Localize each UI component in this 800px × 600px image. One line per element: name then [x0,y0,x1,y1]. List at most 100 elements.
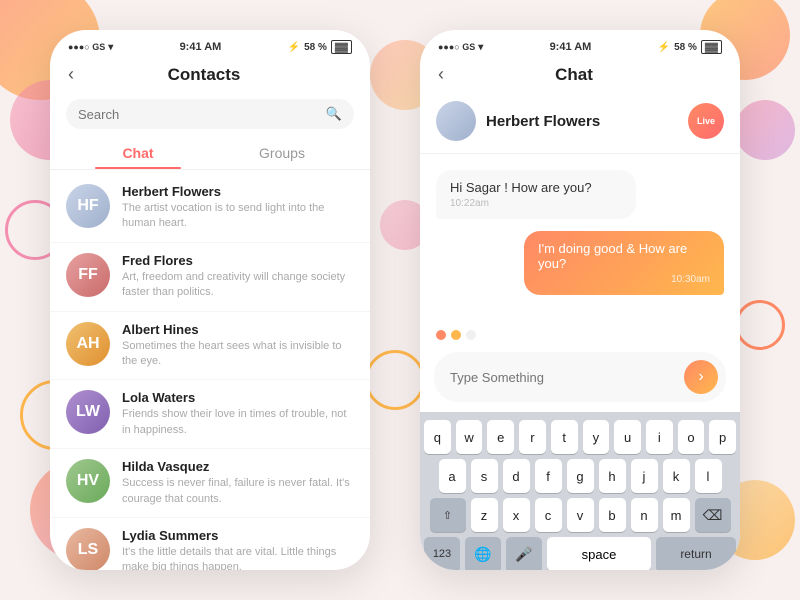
keyboard: qwertyuiopasdfghjkl⇧zxcvbnm⌫123🌐🎤spacere… [420,412,740,570]
key-e[interactable]: e [487,420,514,454]
typing-dot-2 [451,330,461,340]
typing-indicator [420,314,740,348]
search-icon: 🔍 [326,106,342,122]
keyboard-row-1: qwertyuiop [424,420,736,454]
right-battery-text: 58 % [674,42,697,53]
right-phone: ●●●○ GS ▾ 9:41 AM ⚡ 58 % ▓▓ ‹ Chat Herbe… [420,30,740,570]
keyboard-row-bottom: 123🌐🎤spacereturn [424,537,736,570]
contact-item[interactable]: HV Hilda Vasquez Success is never final,… [50,449,370,518]
left-header: ‹ Contacts [50,58,370,93]
return-key[interactable]: return [656,537,736,570]
right-battery-icon: ▓▓ [701,40,722,54]
key-q[interactable]: q [424,420,451,454]
key-n[interactable]: n [631,498,658,532]
sent-message-1: I'm doing good & How are you? 10:30am [524,231,724,295]
key-w[interactable]: w [456,420,483,454]
contact-avatar: HF [66,184,110,228]
contact-item[interactable]: AH Albert Hines Sometimes the heart sees… [50,312,370,381]
contact-info: Albert Hines Sometimes the heart sees wh… [122,322,354,370]
key-r[interactable]: r [519,420,546,454]
globe-key[interactable]: 🌐 [465,537,501,570]
contact-avatar: AH [66,322,110,366]
key-i[interactable]: i [646,420,673,454]
left-wifi: ▾ [108,42,113,53]
right-bluetooth: ⚡ [658,42,670,53]
contact-name: Hilda Vasquez [122,459,354,474]
key-d[interactable]: d [503,459,530,493]
key-f[interactable]: f [535,459,562,493]
key-m[interactable]: m [663,498,690,532]
key-k[interactable]: k [663,459,690,493]
contact-info: Lola Waters Friends show their love in t… [122,390,354,438]
live-button[interactable]: Live [688,103,724,139]
left-battery: ⚡ 58 % ▓▓ [288,40,352,54]
key-t[interactable]: t [551,420,578,454]
left-page-title: Contacts [82,65,326,85]
left-battery-text: 58 % [304,42,327,53]
typing-dot-1 [436,330,446,340]
left-bluetooth: ⚡ [288,42,300,53]
typing-dot-3 [466,330,476,340]
left-time: 9:41 AM [180,41,222,53]
key-s[interactable]: s [471,459,498,493]
key-v[interactable]: v [567,498,594,532]
right-wifi: ▾ [478,42,483,53]
send-button[interactable]: › [684,360,718,394]
key-o[interactable]: o [678,420,705,454]
tab-groups[interactable]: Groups [210,139,354,169]
contact-name: Lydia Summers [122,528,354,543]
contact-name: Albert Hines [122,322,354,337]
key-b[interactable]: b [599,498,626,532]
contact-message: Sometimes the heart sees what is invisib… [122,339,354,370]
left-dots: ●●●○ GS [68,42,105,52]
tabs-container: Chat Groups [50,139,370,170]
space-key[interactable]: space [547,537,651,570]
message-input-bar: › [434,352,726,402]
key-z[interactable]: z [471,498,498,532]
keyboard-row-3: ⇧zxcvbnm⌫ [424,498,736,532]
key-a[interactable]: a [439,459,466,493]
contact-avatar: LW [66,390,110,434]
contact-message: Friends show their love in times of trou… [122,407,354,438]
contact-item[interactable]: LS Lydia Summers It's the little details… [50,518,370,570]
right-page-title: Chat [452,65,696,85]
right-dots: ●●●○ GS [438,42,475,52]
tab-chat[interactable]: Chat [66,139,210,169]
mic-key[interactable]: 🎤 [506,537,542,570]
key-l[interactable]: l [695,459,722,493]
right-header: ‹ Chat [420,58,740,93]
backspace-key[interactable]: ⌫ [695,498,731,532]
message-input[interactable] [450,370,684,385]
key-u[interactable]: u [614,420,641,454]
left-back-button[interactable]: ‹ [68,64,74,85]
right-battery: ⚡ 58 % ▓▓ [658,40,722,54]
key-p[interactable]: p [709,420,736,454]
contact-item[interactable]: HF Herbert Flowers The artist vocation i… [50,174,370,243]
key-x[interactable]: x [503,498,530,532]
contact-item[interactable]: LW Lola Waters Friends show their love i… [50,380,370,449]
received-message-1: Hi Sagar ! How are you? 10:22am [436,170,636,219]
chat-area: Hi Sagar ! How are you? 10:22am I'm doin… [420,154,740,314]
contact-message: The artist vocation is to send light int… [122,201,354,232]
right-back-button[interactable]: ‹ [438,64,444,85]
contact-item[interactable]: FF Fred Flores Art, freedom and creativi… [50,243,370,312]
contact-name: Lola Waters [122,390,354,405]
received-text-1: Hi Sagar ! How are you? [450,180,622,195]
chat-contact-bar: Herbert Flowers Live [420,93,740,154]
key-y[interactable]: y [583,420,610,454]
key-g[interactable]: g [567,459,594,493]
left-status-bar: ●●●○ GS ▾ 9:41 AM ⚡ 58 % ▓▓ [50,30,370,58]
search-input[interactable] [78,107,326,122]
key-j[interactable]: j [631,459,658,493]
contact-message: Art, freedom and creativity will change … [122,270,354,301]
shift-key[interactable]: ⇧ [430,498,466,532]
sent-message-wrapper-1: I'm doing good & How are you? 10:30am [436,231,724,295]
num-key[interactable]: 123 [424,537,460,570]
key-h[interactable]: h [599,459,626,493]
received-time-1: 10:22am [450,198,622,209]
key-c[interactable]: c [535,498,562,532]
contact-avatar: HV [66,459,110,503]
chat-avatar [436,101,476,141]
contact-avatar: FF [66,253,110,297]
contact-info: Fred Flores Art, freedom and creativity … [122,253,354,301]
